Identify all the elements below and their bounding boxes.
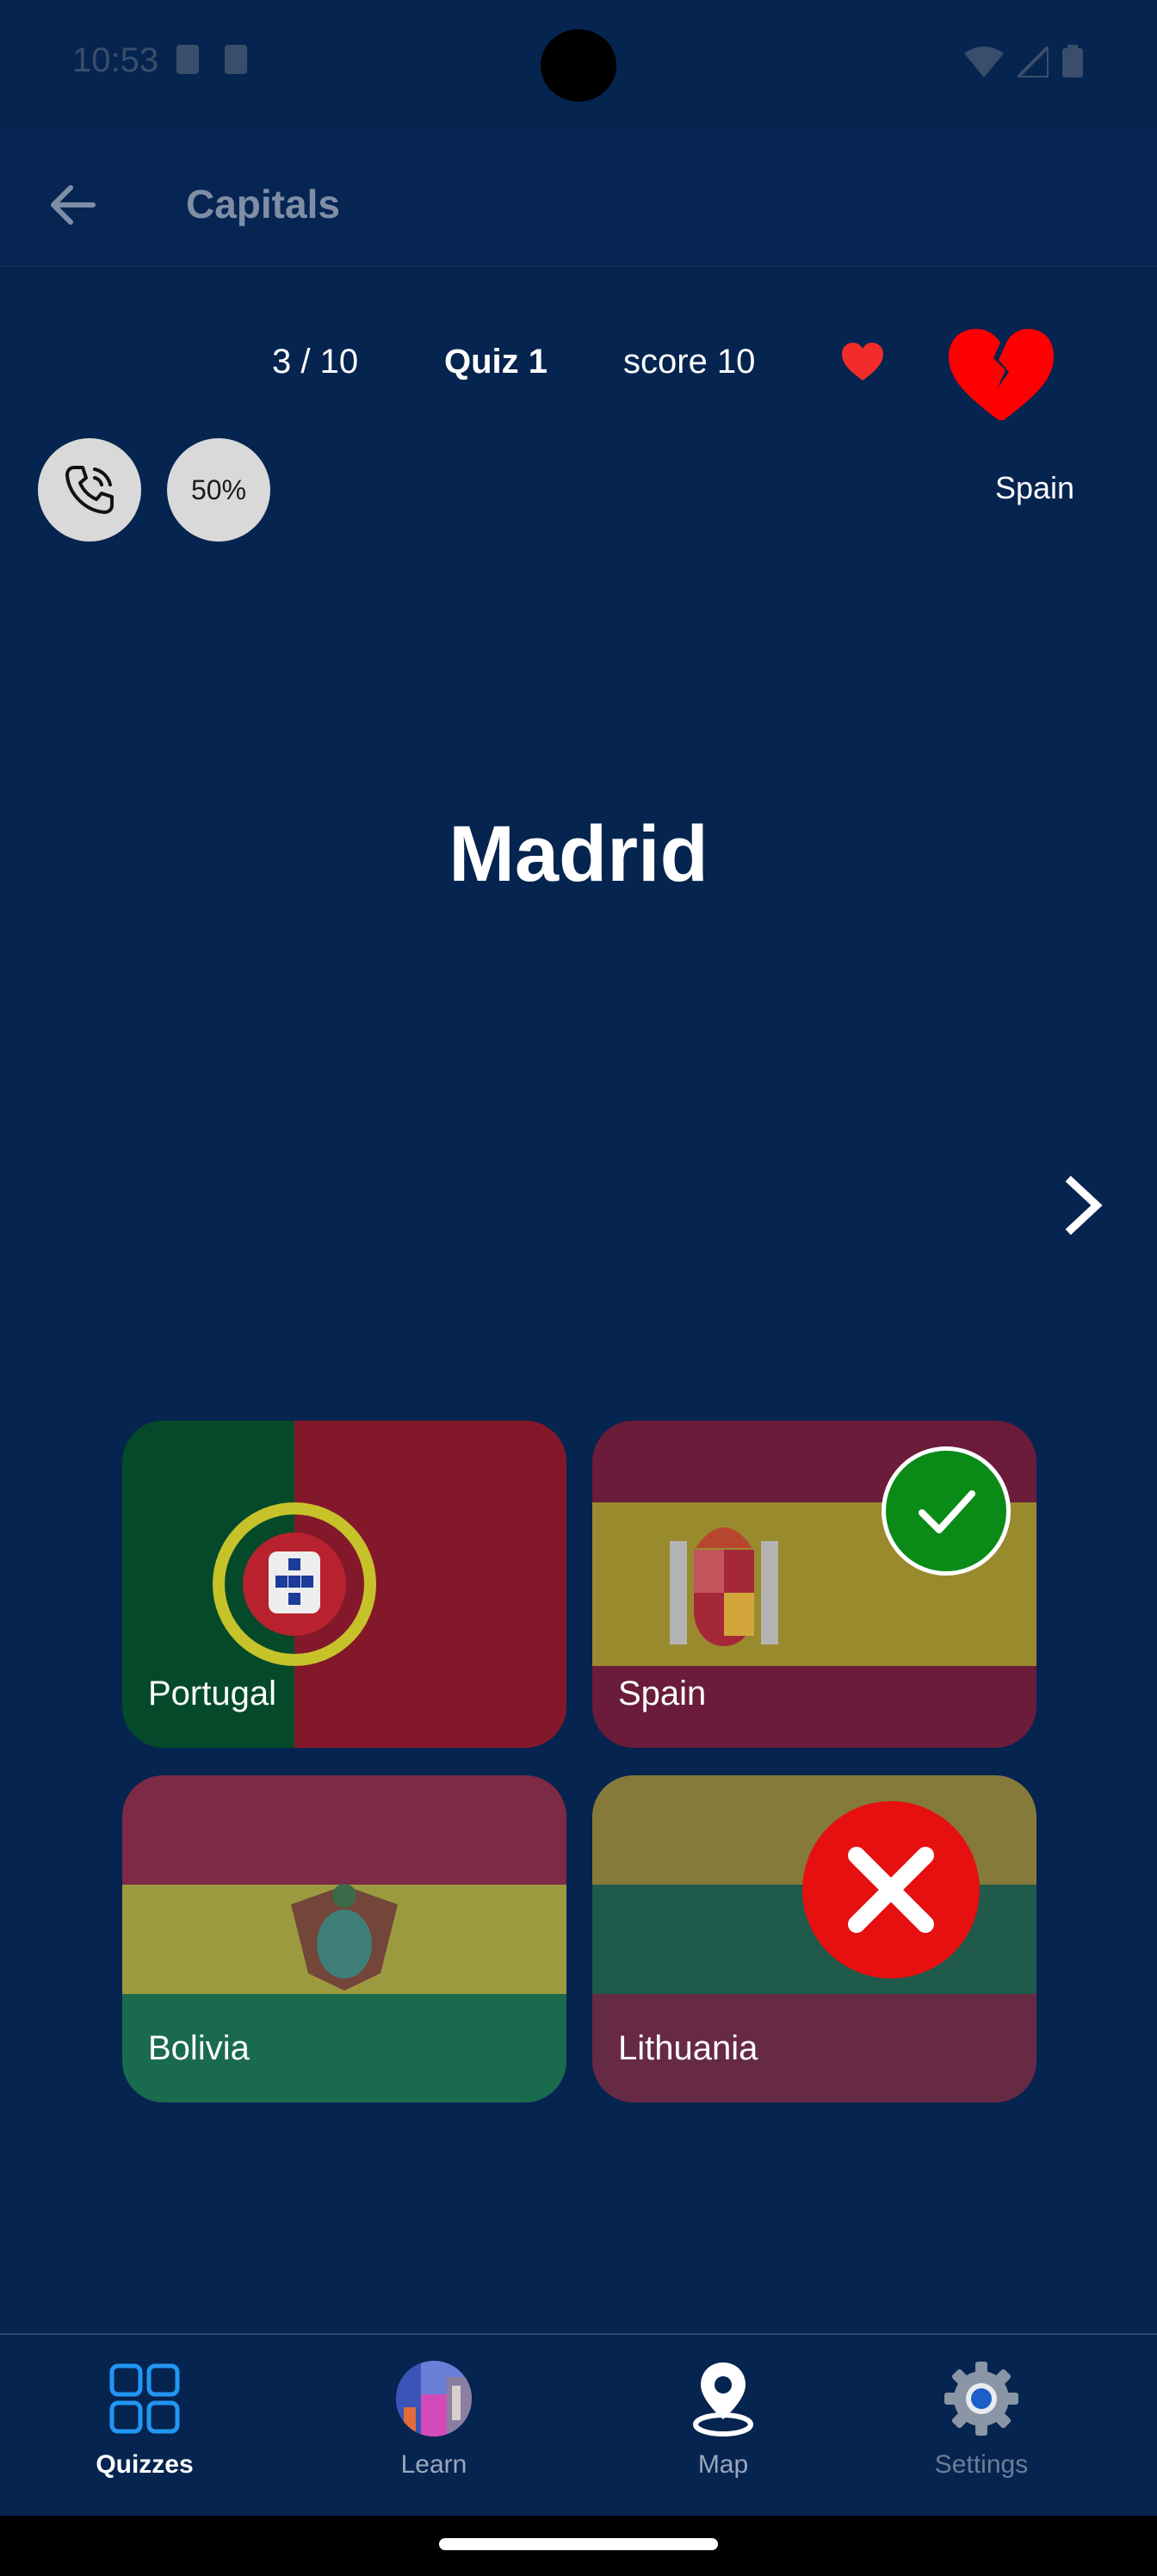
score-text: score 10 bbox=[623, 343, 756, 381]
battery-icon bbox=[1062, 45, 1083, 77]
fifty-fifty-button[interactable]: 50% bbox=[167, 438, 270, 542]
app-bar bbox=[0, 129, 1157, 267]
answer-label: Portugal bbox=[148, 1675, 276, 1712]
nav-label: Learn bbox=[400, 2450, 467, 2479]
nav-item-map[interactable]: Map bbox=[620, 2359, 826, 2497]
quiz-name: Quiz 1 bbox=[444, 343, 548, 381]
answer-label: Lithuania bbox=[618, 2029, 758, 2067]
answer-label: Spain bbox=[618, 1675, 707, 1712]
nav-item-quizzes[interactable]: Quizzes bbox=[41, 2359, 248, 2497]
answer-card-portugal[interactable]: Portugal bbox=[122, 1421, 566, 1748]
close-icon bbox=[848, 1847, 934, 1933]
correct-answer-badge bbox=[882, 1446, 1011, 1576]
map-pin-icon bbox=[693, 2362, 753, 2437]
app-notification-icon bbox=[225, 45, 247, 74]
nav-item-learn[interactable]: Learn bbox=[331, 2359, 537, 2497]
home-gesture-handle[interactable] bbox=[439, 2538, 718, 2550]
camera-cutout bbox=[541, 29, 616, 102]
status-notification-icons bbox=[176, 45, 247, 74]
wifi-icon bbox=[964, 46, 1004, 77]
page-title: Capitals bbox=[186, 182, 340, 226]
hint-country-label: Spain bbox=[995, 470, 1075, 505]
phone-call-icon bbox=[65, 466, 114, 514]
life-heart-icon bbox=[842, 343, 883, 381]
nav-label: Quizzes bbox=[96, 2450, 194, 2479]
grid-icon bbox=[109, 2363, 180, 2434]
nav-item-settings[interactable]: Settings bbox=[878, 2359, 1085, 2497]
sd-card-icon bbox=[176, 45, 199, 74]
question-progress: 3 / 10 bbox=[272, 343, 359, 381]
globe-photo-icon bbox=[396, 2361, 472, 2437]
phone-friend-button[interactable] bbox=[38, 438, 141, 542]
gear-icon bbox=[944, 2362, 1018, 2436]
next-chevron-icon[interactable] bbox=[1057, 1174, 1109, 1236]
status-time: 10:53 bbox=[72, 41, 159, 79]
nav-label: Map bbox=[697, 2450, 749, 2479]
answer-card-lithuania[interactable]: Lithuania bbox=[592, 1775, 1036, 2102]
wrong-answer-badge bbox=[802, 1801, 980, 1978]
nav-label: Settings bbox=[934, 2450, 1029, 2479]
back-arrow-icon[interactable] bbox=[45, 177, 100, 232]
answer-card-bolivia[interactable]: Bolivia bbox=[122, 1775, 566, 2102]
broken-heart-icon bbox=[949, 329, 1054, 420]
signal-icon bbox=[1018, 46, 1049, 77]
question-text: Madrid bbox=[449, 810, 708, 898]
status-system-icons bbox=[964, 45, 1083, 77]
checkmark-icon bbox=[919, 1490, 975, 1533]
answer-label: Bolivia bbox=[148, 2029, 250, 2067]
